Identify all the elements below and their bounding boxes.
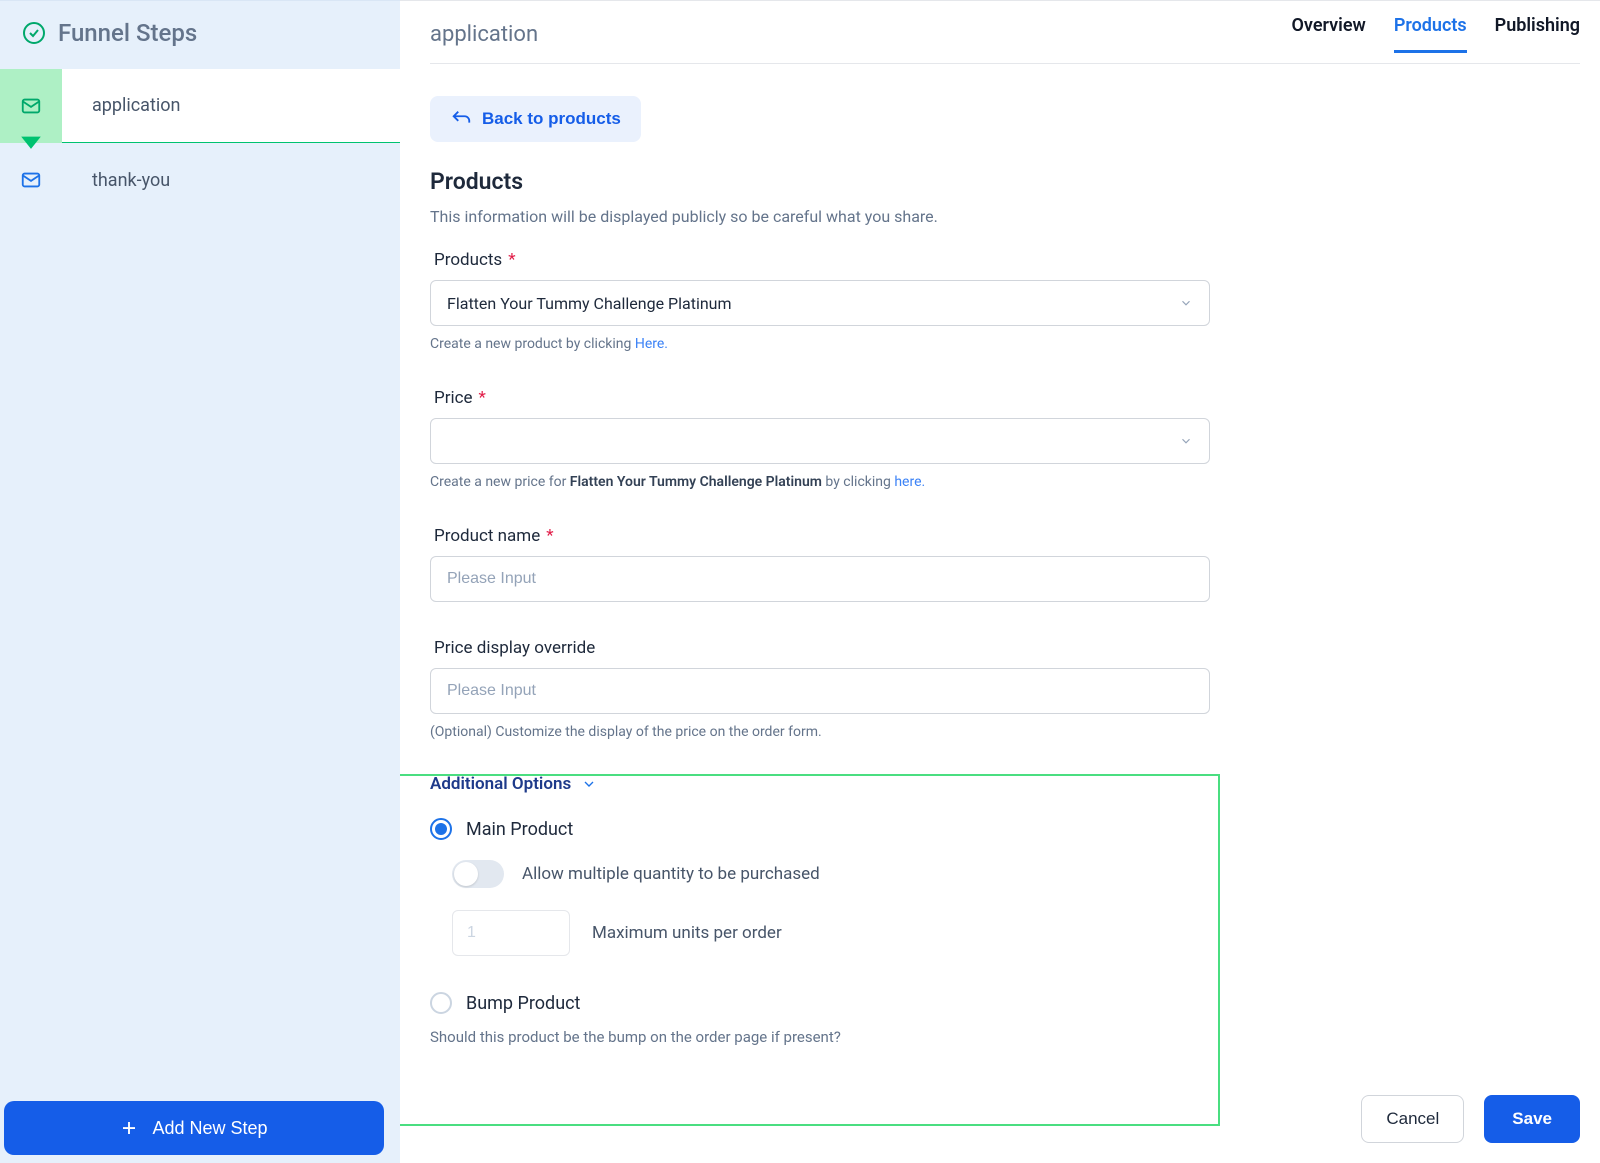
step-icon-col	[0, 69, 62, 143]
bump-product-label: Bump Product	[466, 993, 580, 1014]
create-price-link[interactable]: here.	[894, 474, 925, 490]
step-label: application	[62, 69, 400, 143]
bump-product-option[interactable]: Bump Product	[430, 992, 1210, 1014]
steps-list: application thank-you	[0, 69, 400, 1093]
max-units-row: Maximum units per order	[452, 910, 1210, 956]
save-button[interactable]: Save	[1484, 1095, 1580, 1143]
main-content: application Overview Products Publishing…	[400, 0, 1600, 1163]
price-label: Price*	[434, 388, 486, 408]
sidebar-title: Funnel Steps	[58, 19, 197, 47]
add-step-label: Add New Step	[152, 1118, 267, 1139]
products-select[interactable]: Flatten Your Tummy Challenge Platinum	[430, 280, 1210, 326]
price-helper: Create a new price for Flatten Your Tumm…	[430, 474, 1210, 490]
mail-icon	[20, 169, 42, 191]
cancel-button[interactable]: Cancel	[1361, 1095, 1464, 1143]
back-arrow-icon	[450, 108, 472, 130]
sidebar-step-application[interactable]: application	[0, 69, 400, 143]
sidebar: Funnel Steps application thank-you Add N…	[0, 0, 400, 1163]
price-display-helper: (Optional) Customize the display of the …	[430, 724, 1210, 740]
product-name-input[interactable]	[430, 556, 1210, 602]
back-to-products-button[interactable]: Back to products	[430, 96, 641, 142]
sidebar-step-thankyou[interactable]: thank-you	[0, 143, 400, 217]
bump-helper: Should this product be the bump on the o…	[430, 1028, 1210, 1046]
add-new-step-button[interactable]: Add New Step	[4, 1101, 384, 1155]
mail-icon	[20, 95, 42, 117]
price-display-field-group: Price display override (Optional) Custom…	[430, 638, 1210, 740]
form-content: Back to products Products This informati…	[430, 64, 1210, 1046]
main-product-sub-options: Allow multiple quantity to be purchased …	[452, 860, 1210, 956]
max-units-input[interactable]	[452, 910, 570, 956]
price-display-label: Price display override	[434, 638, 595, 658]
products-value: Flatten Your Tummy Challenge Platinum	[447, 294, 732, 313]
price-display-input[interactable]	[430, 668, 1210, 714]
price-select[interactable]	[430, 418, 1210, 464]
additional-options-toggle[interactable]: Additional Options	[430, 774, 1210, 794]
allow-multiple-toggle[interactable]	[452, 860, 504, 888]
main-product-option[interactable]: Main Product	[430, 818, 1210, 840]
section-desc: This information will be displayed publi…	[430, 207, 1210, 226]
product-name-field-group: Product name*	[430, 526, 1210, 602]
allow-multiple-label: Allow multiple quantity to be purchased	[522, 864, 820, 884]
chevron-down-icon	[581, 776, 597, 792]
products-helper: Create a new product by clicking Here.	[430, 336, 1210, 352]
page-title: application	[430, 22, 538, 47]
radio-bump-product[interactable]	[430, 992, 452, 1014]
create-product-link[interactable]: Here.	[635, 336, 668, 352]
main-header: application Overview Products Publishing	[430, 1, 1580, 64]
sidebar-header: Funnel Steps	[0, 1, 400, 69]
section-title: Products	[430, 168, 1210, 195]
products-label: Products*	[434, 250, 516, 270]
product-name-label: Product name*	[434, 526, 554, 546]
main-product-label: Main Product	[466, 819, 573, 840]
allow-multiple-row: Allow multiple quantity to be purchased	[452, 860, 1210, 888]
tab-publishing[interactable]: Publishing	[1495, 15, 1580, 53]
check-circle-icon	[22, 21, 46, 45]
chevron-down-icon	[1179, 296, 1193, 310]
max-units-label: Maximum units per order	[592, 923, 782, 943]
tab-products[interactable]: Products	[1394, 15, 1467, 53]
price-field-group: Price* Create a new price for Flatten Yo…	[430, 388, 1210, 490]
chevron-down-icon	[1179, 434, 1193, 448]
products-field-group: Products* Flatten Your Tummy Challenge P…	[430, 250, 1210, 352]
footer-buttons: Cancel Save	[1361, 1095, 1580, 1143]
step-icon-col	[0, 143, 62, 217]
additional-options-section: Additional Options Main Product Allow mu…	[430, 774, 1210, 1046]
step-label: thank-you	[62, 143, 400, 217]
tab-overview[interactable]: Overview	[1292, 15, 1366, 53]
back-label: Back to products	[482, 109, 621, 129]
plus-icon	[120, 1119, 138, 1137]
tabs: Overview Products Publishing	[1292, 15, 1581, 53]
radio-main-product[interactable]	[430, 818, 452, 840]
